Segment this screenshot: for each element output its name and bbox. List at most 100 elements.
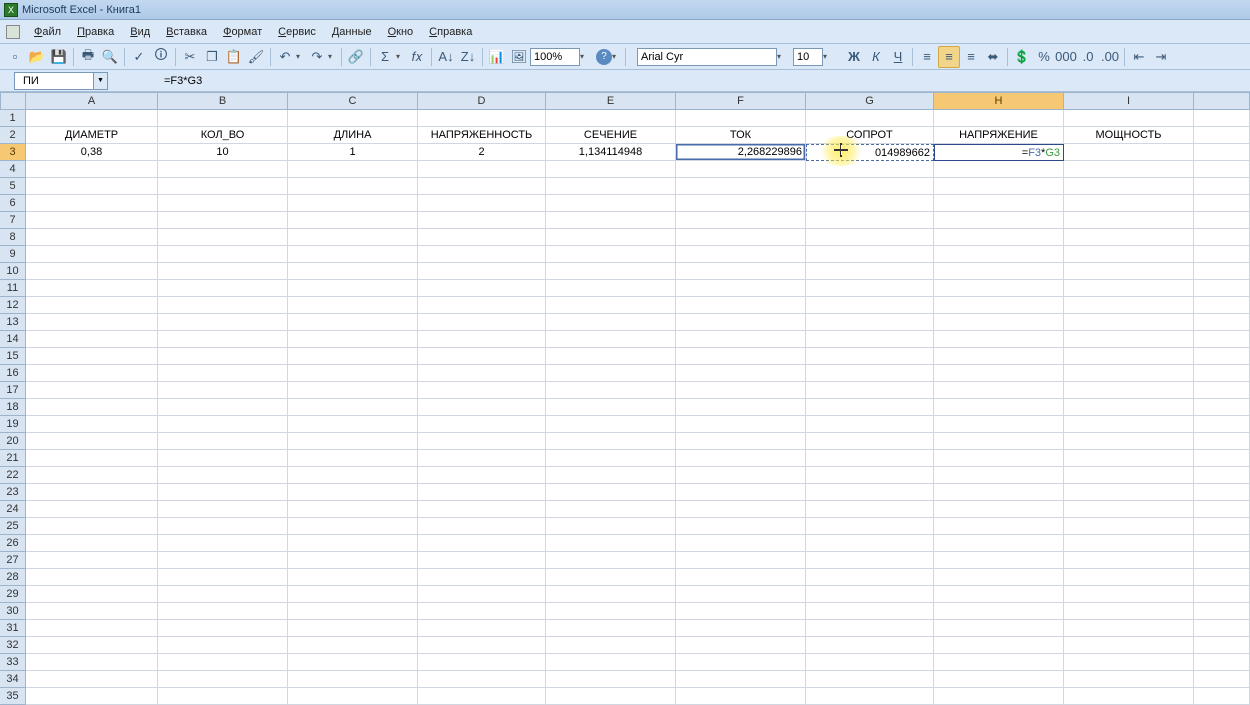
cell-H24[interactable]: [934, 501, 1064, 518]
cell-E31[interactable]: [546, 620, 676, 637]
cell-I33[interactable]: [1064, 654, 1194, 671]
cell-F12[interactable]: [676, 297, 806, 314]
autosum-dropdown[interactable]: ▾: [396, 52, 406, 61]
col-header-extra[interactable]: [1194, 92, 1250, 110]
cell-E22[interactable]: [546, 467, 676, 484]
col-header-G[interactable]: G: [806, 92, 934, 110]
cell-H7[interactable]: [934, 212, 1064, 229]
cell-12[interactable]: [1194, 297, 1250, 314]
cell-A12[interactable]: [26, 297, 158, 314]
cell-A25[interactable]: [26, 518, 158, 535]
cell-I16[interactable]: [1064, 365, 1194, 382]
cell-10[interactable]: [1194, 263, 1250, 280]
decrease-decimal-icon[interactable]: .0: [1077, 46, 1099, 68]
col-header-C[interactable]: C: [288, 92, 418, 110]
cell-E25[interactable]: [546, 518, 676, 535]
cell-33[interactable]: [1194, 654, 1250, 671]
cell-C24[interactable]: [288, 501, 418, 518]
cell-I31[interactable]: [1064, 620, 1194, 637]
cell-F24[interactable]: [676, 501, 806, 518]
cell-H32[interactable]: [934, 637, 1064, 654]
increase-indent-icon[interactable]: ⇥: [1150, 46, 1172, 68]
cell-H19[interactable]: [934, 416, 1064, 433]
cell-D32[interactable]: [418, 637, 546, 654]
cell-H27[interactable]: [934, 552, 1064, 569]
cell-C23[interactable]: [288, 484, 418, 501]
cell-I20[interactable]: [1064, 433, 1194, 450]
cell-I4[interactable]: [1064, 161, 1194, 178]
cell-E35[interactable]: [546, 688, 676, 705]
cell-B32[interactable]: [158, 637, 288, 654]
cell-32[interactable]: [1194, 637, 1250, 654]
cell-C12[interactable]: [288, 297, 418, 314]
cell-E13[interactable]: [546, 314, 676, 331]
cell-I19[interactable]: [1064, 416, 1194, 433]
cell-G30[interactable]: [806, 603, 934, 620]
cell-H15[interactable]: [934, 348, 1064, 365]
row-header-18[interactable]: 18: [0, 399, 26, 416]
cell-29[interactable]: [1194, 586, 1250, 603]
cell-C29[interactable]: [288, 586, 418, 603]
cell-B11[interactable]: [158, 280, 288, 297]
cell-B8[interactable]: [158, 229, 288, 246]
redo-dropdown[interactable]: ▾: [328, 52, 338, 61]
cell-B14[interactable]: [158, 331, 288, 348]
cell-G15[interactable]: [806, 348, 934, 365]
cell-C15[interactable]: [288, 348, 418, 365]
cell-F2[interactable]: ТОК: [676, 127, 806, 144]
cell-I1[interactable]: [1064, 110, 1194, 127]
cell-D2[interactable]: НАПРЯЖЕННОСТЬ: [418, 127, 546, 144]
menu-файл[interactable]: Файл: [26, 24, 69, 40]
cell-I14[interactable]: [1064, 331, 1194, 348]
cell-25[interactable]: [1194, 518, 1250, 535]
col-header-D[interactable]: D: [418, 92, 546, 110]
row-header-13[interactable]: 13: [0, 314, 26, 331]
cell-A18[interactable]: [26, 399, 158, 416]
cell-C2[interactable]: ДЛИНА: [288, 127, 418, 144]
row-header-23[interactable]: 23: [0, 484, 26, 501]
cell-C31[interactable]: [288, 620, 418, 637]
cell-E1[interactable]: [546, 110, 676, 127]
cell-E28[interactable]: [546, 569, 676, 586]
open-icon[interactable]: 📂: [26, 46, 48, 68]
row-header-4[interactable]: 4: [0, 161, 26, 178]
row-header-15[interactable]: 15: [0, 348, 26, 365]
percent-icon[interactable]: %: [1033, 46, 1055, 68]
cell-H10[interactable]: [934, 263, 1064, 280]
cell-H21[interactable]: [934, 450, 1064, 467]
cell-G3[interactable]: 014989662: [806, 144, 934, 161]
name-box-dropdown[interactable]: ▼: [93, 73, 107, 89]
cell-E23[interactable]: [546, 484, 676, 501]
cell-A6[interactable]: [26, 195, 158, 212]
cell-B19[interactable]: [158, 416, 288, 433]
cell-B5[interactable]: [158, 178, 288, 195]
menu-окно[interactable]: Окно: [380, 24, 422, 40]
italic-icon[interactable]: К: [865, 46, 887, 68]
copy-icon[interactable]: ❐: [201, 46, 223, 68]
row-header-5[interactable]: 5: [0, 178, 26, 195]
cell-C19[interactable]: [288, 416, 418, 433]
cell-A10[interactable]: [26, 263, 158, 280]
cell-C32[interactable]: [288, 637, 418, 654]
cell-C35[interactable]: [288, 688, 418, 705]
cell-B24[interactable]: [158, 501, 288, 518]
align-left-icon[interactable]: ≡: [916, 46, 938, 68]
cell-A32[interactable]: [26, 637, 158, 654]
cell-A9[interactable]: [26, 246, 158, 263]
cell-H23[interactable]: [934, 484, 1064, 501]
cell-G31[interactable]: [806, 620, 934, 637]
align-right-icon[interactable]: ≡: [960, 46, 982, 68]
cell-G21[interactable]: [806, 450, 934, 467]
cell-E16[interactable]: [546, 365, 676, 382]
menu-вставка[interactable]: Вставка: [158, 24, 215, 40]
cell-H13[interactable]: [934, 314, 1064, 331]
cell-G25[interactable]: [806, 518, 934, 535]
cell-F14[interactable]: [676, 331, 806, 348]
cell-C30[interactable]: [288, 603, 418, 620]
cell-21[interactable]: [1194, 450, 1250, 467]
cell-D17[interactable]: [418, 382, 546, 399]
cell-E29[interactable]: [546, 586, 676, 603]
cell-H12[interactable]: [934, 297, 1064, 314]
cell-D9[interactable]: [418, 246, 546, 263]
cell-A21[interactable]: [26, 450, 158, 467]
